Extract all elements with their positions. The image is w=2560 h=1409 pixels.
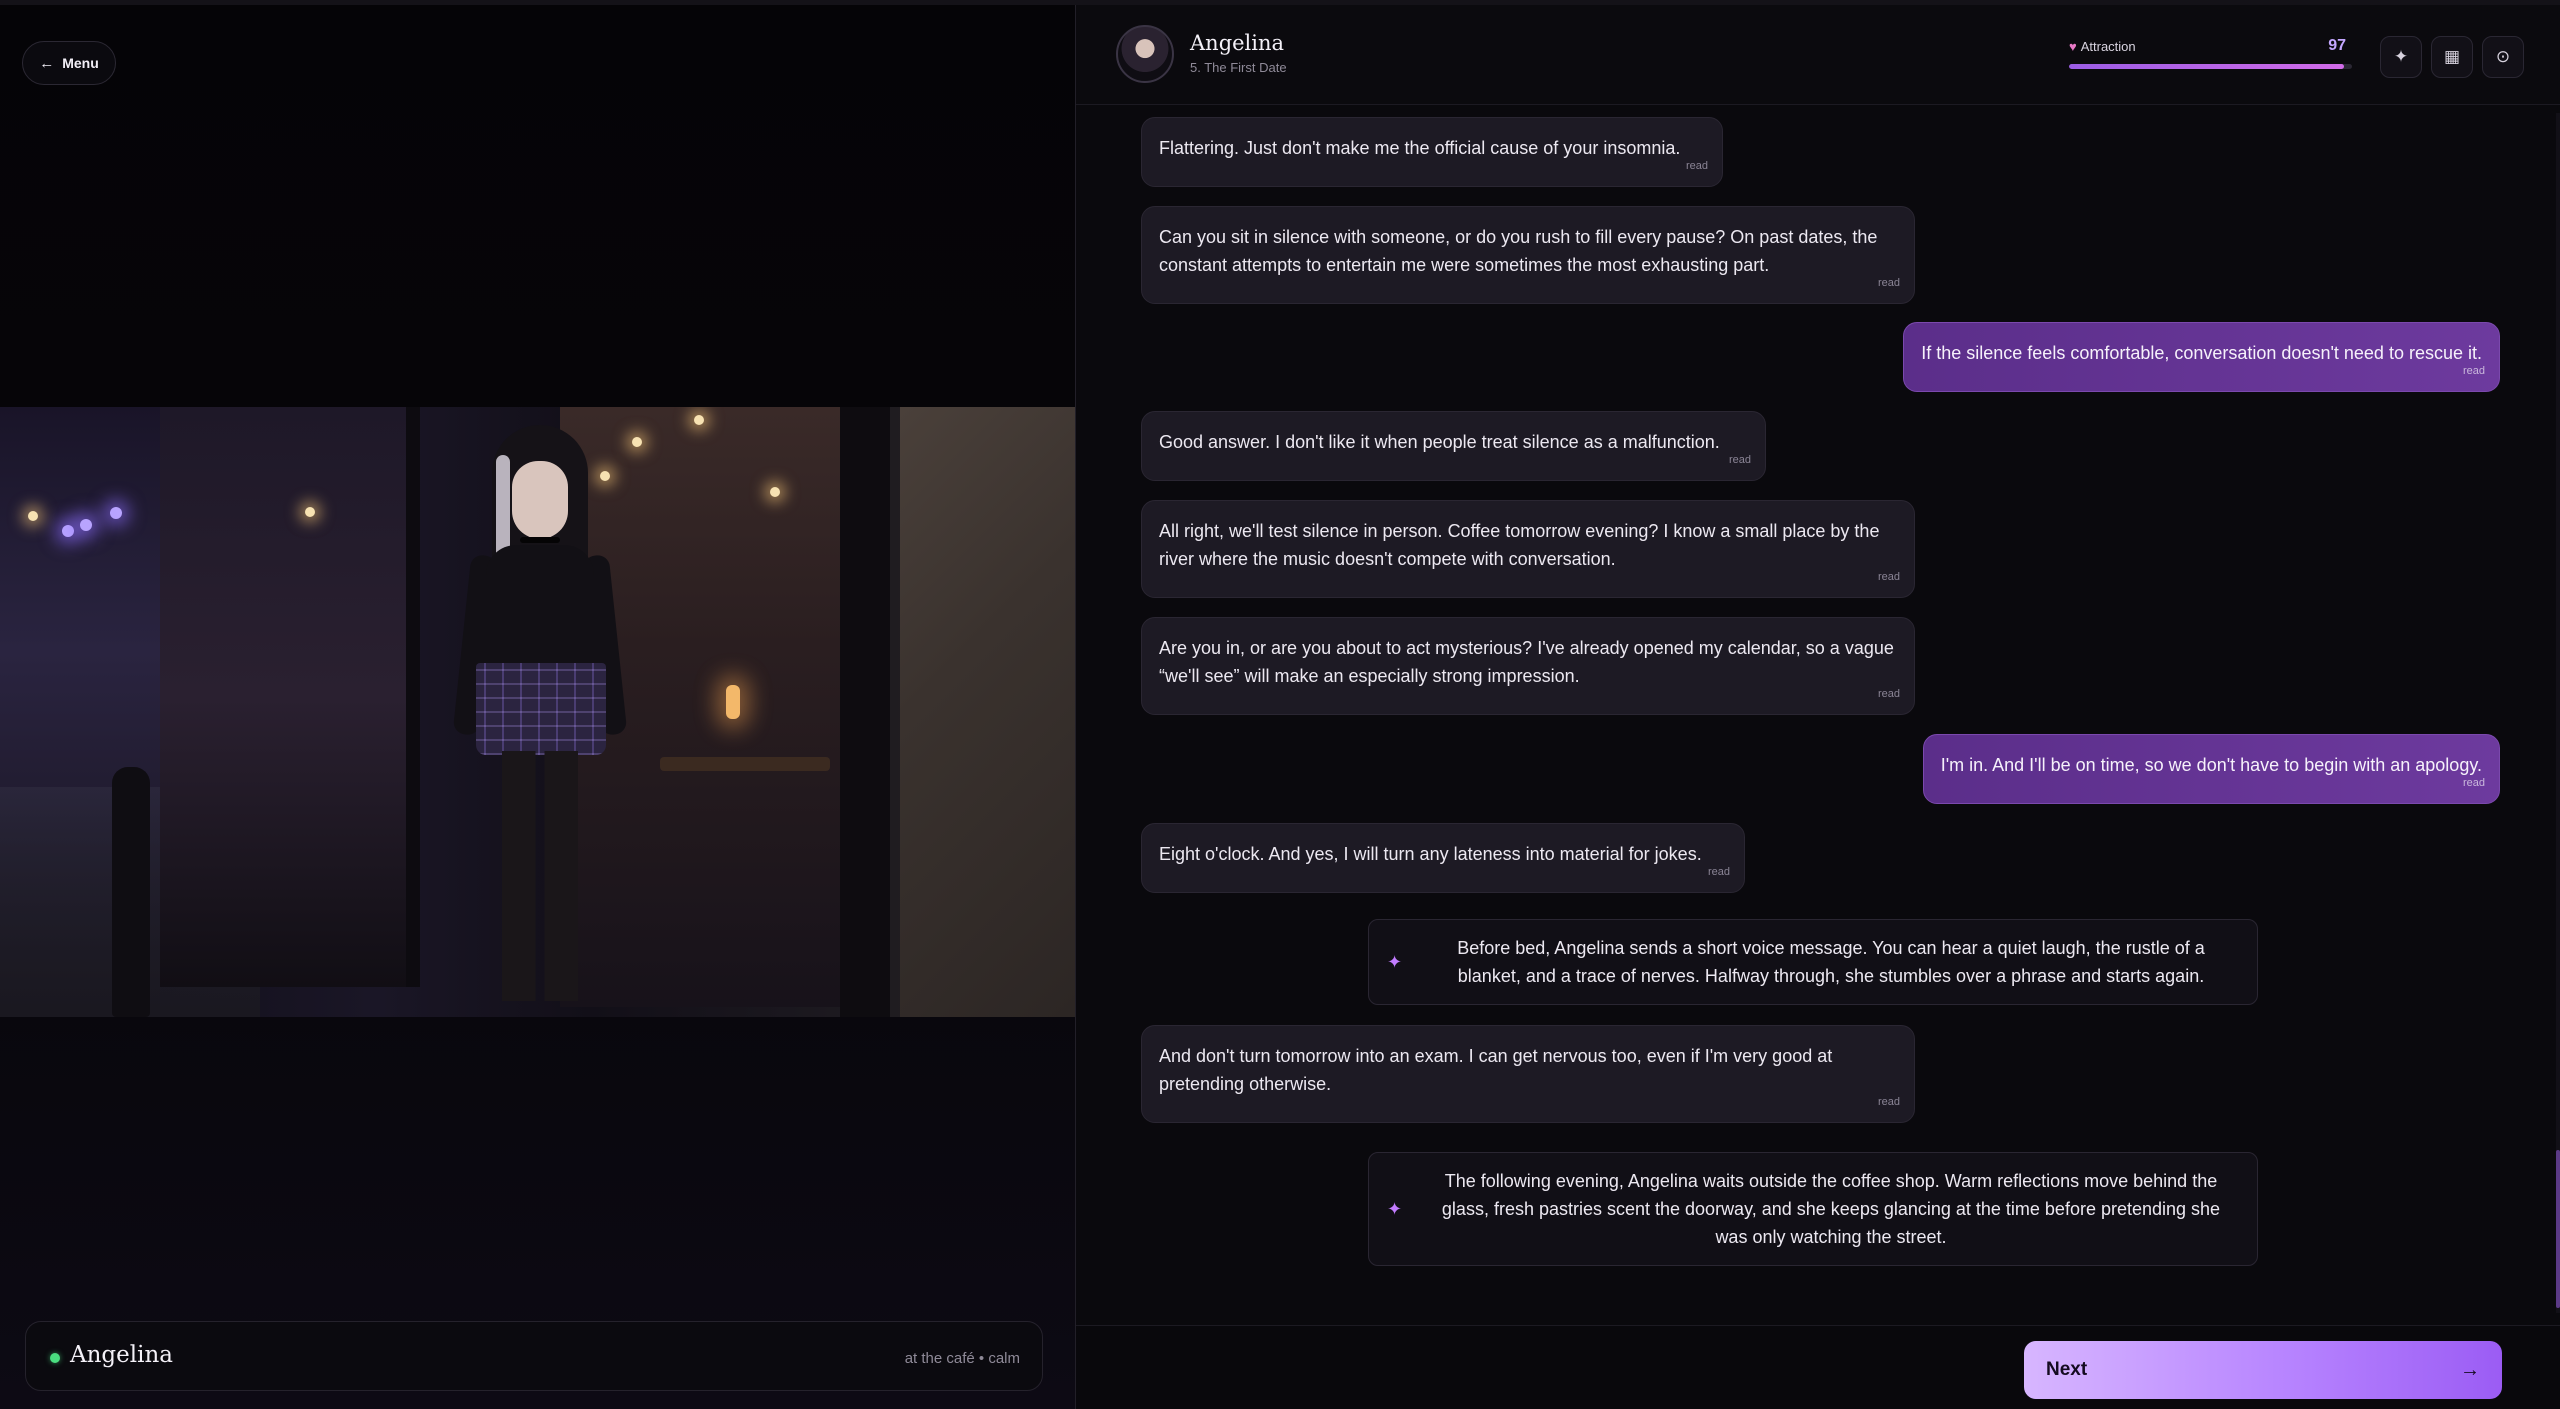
read-receipt: read [2462,365,2485,377]
avatar[interactable] [1116,25,1174,83]
read-receipt: read [1877,688,1900,700]
chat-scrollbar[interactable] [2556,113,2560,1313]
attraction-fill [2069,64,2344,69]
sparkle-icon: ✦ [2393,47,2409,66]
message-bubble: Flattering. Just don't make me the offic… [1141,117,1723,187]
message-bubble: And don't turn tomorrow into an exam. I … [1141,1025,1915,1123]
message-bubble: Are you in, or are you about to act myst… [1141,617,1915,715]
message-bubble: Can you sit in silence with someone, or … [1141,206,1915,304]
read-receipt: read [1877,571,1900,583]
message-bubble-own: I'm in. And I'll be on time, so we don't… [1922,734,2500,804]
message-bubble-own: If the silence feels comfortable, conver… [1903,322,2500,392]
scene-panel: ← Menu Angelina at the café • calm [0,5,1075,1409]
sparkle-button[interactable]: ✦ [2380,36,2422,78]
settings-icon: ⊙ [2495,47,2511,66]
narration-text: Before bed, Angelina sends a short voice… [1457,938,2205,986]
chat-footer: Next → [1076,1325,2560,1409]
read-receipt: read [1877,1096,1900,1108]
narration-text: The following evening, Angelina waits ou… [1441,1171,2221,1247]
sparkle-icon: ✦ [1387,1199,1403,1219]
character-figure [430,425,650,1017]
narration-card: ✦ Before bed, Angelina sends a short voi… [1368,919,2258,1005]
message-text: Good answer. I don't like it when people… [1159,432,1720,452]
message-text: I'm in. And I'll be on time, so we don't… [1940,755,2482,775]
narration-card: ✦ The following evening, Angelina waits … [1368,1152,2258,1266]
heart-icon: ♥ [2069,39,2077,54]
message-bubble: All right, we'll test silence in person.… [1141,500,1915,598]
grid-button[interactable]: ▦ [2431,36,2473,78]
chat-partner-name: Angelina [1190,31,1285,55]
chapter-title: 5. The First Date [1190,60,1287,75]
read-receipt: read [2462,777,2485,789]
read-receipt: read [1728,454,1751,466]
message-bubble: Good answer. I don't like it when people… [1141,411,1766,481]
chat-panel: Angelina 5. The First Date ♥ Attraction 9… [1076,5,2560,1409]
message-text: Flattering. Just don't make me the offic… [1159,138,1681,158]
message-list[interactable]: Flattering. Just don't make me the offic… [1076,106,2560,1326]
next-button[interactable]: Next → [2024,1341,2502,1399]
settings-button[interactable]: ⊙ [2482,36,2524,78]
next-button-label: Next [2046,1359,2088,1380]
attraction-track [2069,64,2352,69]
read-receipt: read [1707,866,1730,878]
message-text: Can you sit in silence with someone, or … [1159,227,1878,275]
character-status: at the café • calm [904,1350,1020,1367]
read-receipt: read [1685,160,1708,172]
attraction-meter: ♥ Attraction 97 [2069,37,2352,69]
arrow-left-icon: ← [39,54,55,72]
online-status-dot [50,1353,60,1363]
read-receipt: read [1877,277,1900,289]
chat-scroll-thumb[interactable] [2556,1150,2560,1308]
character-name: Angelina [70,1342,173,1368]
message-text: All right, we'll test silence in person.… [1159,521,1880,569]
attraction-label: Attraction [2080,39,2136,54]
menu-button-label: Menu [62,55,99,71]
scene-image [0,407,1075,1017]
message-text: Eight o'clock. And yes, I will turn any … [1159,844,1702,864]
message-text: And don't turn tomorrow into an exam. I … [1159,1046,1833,1094]
message-bubble: Eight o'clock. And yes, I will turn any … [1141,823,1745,893]
grid-icon: ▦ [2443,47,2461,66]
attraction-value: 97 [2328,37,2346,54]
chat-header: Angelina 5. The First Date ♥ Attraction 9… [1076,5,2560,105]
menu-button[interactable]: ← Menu [22,41,116,85]
sparkle-icon: ✦ [1387,952,1403,972]
character-card: Angelina at the café • calm [25,1321,1043,1391]
message-text: Are you in, or are you about to act myst… [1159,638,1894,686]
message-text: If the silence feels comfortable, conver… [1921,343,2482,363]
arrow-right-icon: → [2460,1358,2480,1381]
